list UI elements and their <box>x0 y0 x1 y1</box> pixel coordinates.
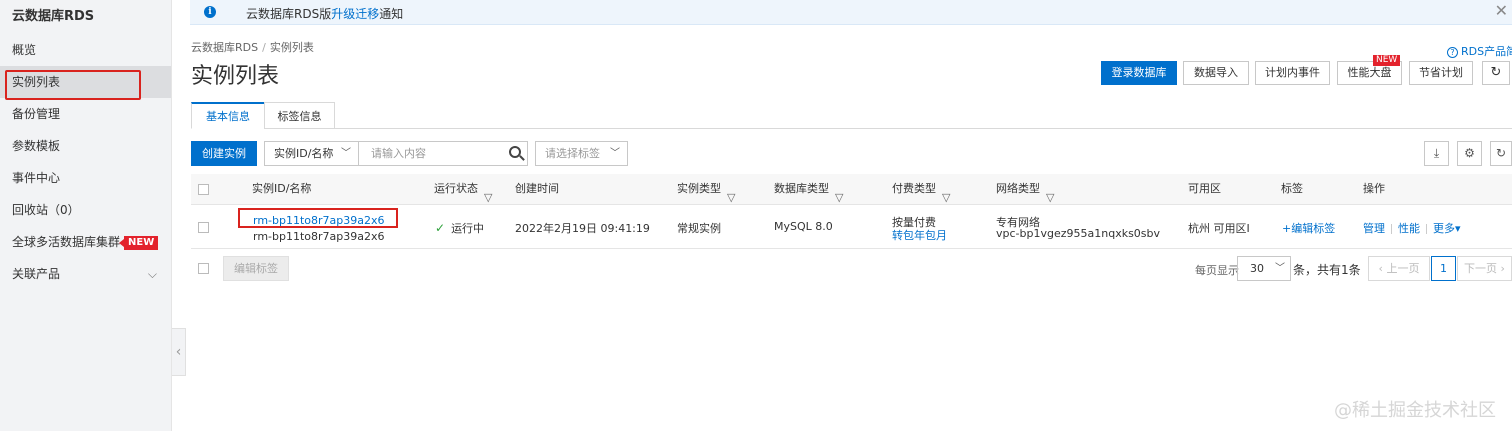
save-plan-button[interactable]: 节省计划 <box>1409 61 1473 85</box>
total-count: 条，共有1条 <box>1293 263 1361 277</box>
info-icon: i <box>204 6 216 18</box>
sidebar-item-related-products[interactable]: 关联产品 ⌵ <box>0 258 171 290</box>
tag-select[interactable]: 请选择标签 ﹀ <box>535 141 628 166</box>
gear-icon[interactable]: ⚙ <box>1457 141 1482 166</box>
per-page-label: 每页显示 <box>1195 264 1239 277</box>
filter-icon[interactable] <box>942 183 952 213</box>
sidebar-title: 云数据库RDS <box>12 9 95 24</box>
manage-link[interactable]: 管理 <box>1363 222 1385 235</box>
select-all-checkbox[interactable] <box>198 184 209 195</box>
search-icon[interactable] <box>509 146 521 158</box>
status-cell: ✓ 运行中 <box>435 221 485 235</box>
edit-tags-link[interactable]: +编辑标签 <box>1282 220 1335 236</box>
table-header: 实例ID/名称 运行状态 创建时间 实例类型 数据库类型 付费类型 网络类型 可… <box>191 174 1512 213</box>
col-billing: 付费类型 <box>892 174 952 213</box>
login-database-button[interactable]: 登录数据库 <box>1101 61 1177 85</box>
data-import-button[interactable]: 数据导入 <box>1183 61 1249 85</box>
zone-cell: 杭州 可用区I <box>1188 222 1250 235</box>
filter-icon[interactable] <box>727 183 737 213</box>
breadcrumb-current: 实例列表 <box>269 41 314 54</box>
chevron-down-icon: ﹀ <box>341 148 351 159</box>
db-type-cell: MySQL 8.0 <box>774 220 833 233</box>
prev-page-button[interactable]: ‹ 上一页 <box>1368 256 1430 281</box>
notice-link[interactable]: 升级迁移 <box>331 7 379 21</box>
sidebar-item-label: 回收站（0） <box>12 203 80 217</box>
sidebar-item-label: 关联产品 <box>12 267 61 281</box>
col-db-type: 数据库类型 <box>774 174 845 213</box>
close-icon[interactable]: ✕ <box>1495 1 1508 20</box>
sidebar-item-recycle-bin[interactable]: 回收站（0） <box>0 194 171 226</box>
sidebar-item-overview[interactable]: 概览 <box>0 34 171 66</box>
search-type-select[interactable]: 实例ID/名称 ﹀ <box>264 141 359 166</box>
convert-subscription-link[interactable]: 转包年包月 <box>892 227 947 243</box>
col-type: 实例类型 <box>677 174 737 213</box>
filter-icon[interactable] <box>1046 183 1056 213</box>
notice-text: 云数据库RDS版升级迁移通知 <box>246 7 404 21</box>
chevron-down-icon: ﹀ <box>610 148 620 159</box>
created-cell: 2022年2月19日 09:41:19 <box>515 222 650 235</box>
vpc-id: vpc-bp1vgez955a1nqxks0sbv <box>996 227 1161 240</box>
tabs-divider <box>191 128 1512 129</box>
annotation-highlight-box <box>5 70 141 100</box>
search-input[interactable]: 请输入内容 <box>358 141 528 166</box>
sidebar-item-param-templates[interactable]: 参数模板 <box>0 130 171 162</box>
col-id-name: 实例ID/名称 <box>252 182 312 195</box>
row-checkbox[interactable] <box>198 222 209 233</box>
col-network: 网络类型 <box>996 174 1056 213</box>
chevron-down-icon: ⌵ <box>147 267 157 281</box>
divider <box>1426 224 1427 234</box>
instance-name: rm-bp11to8r7ap39a2x6 <box>253 230 385 243</box>
sidebar-item-label: 概览 <box>12 43 37 57</box>
tab-tag-info[interactable]: 标签信息 <box>264 102 335 129</box>
chevron-right-icon: › <box>1497 262 1505 275</box>
sidebar-item-label: 事件中心 <box>12 171 61 185</box>
create-instance-button[interactable]: 创建实例 <box>191 141 257 166</box>
filter-icon[interactable] <box>835 183 845 213</box>
divider <box>1391 224 1392 234</box>
watermark: @稀土掘金技术社区 <box>1334 400 1496 421</box>
actions-cell: 管理 性能 更多▾ <box>1363 220 1461 236</box>
refresh-icon[interactable]: ↻ <box>1490 141 1512 166</box>
tab-basic-info[interactable]: 基本信息 <box>191 102 265 129</box>
page-title: 实例列表 <box>191 64 280 89</box>
annotation-highlight-box <box>238 208 398 228</box>
col-created: 创建时间 <box>515 182 559 195</box>
planned-events-button[interactable]: 计划内事件 <box>1255 61 1330 85</box>
col-tags: 标签 <box>1281 182 1303 195</box>
edit-tags-button[interactable]: 编辑标签 <box>223 256 289 281</box>
filter-icon[interactable] <box>484 183 494 213</box>
breadcrumb-separator: / <box>262 41 266 54</box>
sidebar: 云数据库RDS 概览 实例列表 备份管理 参数模板 事件中心 回收站（0） 全球… <box>0 0 172 431</box>
sidebar-item-label: 参数模板 <box>12 139 61 153</box>
next-page-button[interactable]: 下一页 › <box>1457 256 1512 281</box>
col-zone: 可用区 <box>1188 182 1221 195</box>
check-icon: ✓ <box>435 221 446 235</box>
sidebar-item-global-cluster[interactable]: 全球多活数据库集群 NEW <box>0 226 171 258</box>
help-icon: ? <box>1447 47 1458 58</box>
footer-select-all-checkbox[interactable] <box>198 263 209 274</box>
notice-bar: i 云数据库RDS版升级迁移通知 ✕ <box>190 0 1512 25</box>
col-actions: 操作 <box>1363 182 1385 195</box>
caret-down-icon: ▾ <box>1455 222 1461 235</box>
more-link[interactable]: 更多▾ <box>1433 222 1461 235</box>
page-number-button[interactable]: 1 <box>1431 256 1456 281</box>
refresh-icon[interactable]: ↻ <box>1482 61 1510 85</box>
sidebar-item-backup[interactable]: 备份管理 <box>0 98 171 130</box>
breadcrumb: 云数据库RDS / 实例列表 <box>191 39 314 55</box>
breadcrumb-root[interactable]: 云数据库RDS <box>191 41 258 54</box>
performance-link[interactable]: 性能 <box>1398 222 1420 235</box>
new-badge: NEW <box>1373 55 1401 66</box>
collapse-sidebar-icon[interactable]: ‹ <box>172 328 186 376</box>
sidebar-item-label: 全球多活数据库集群 <box>12 235 121 249</box>
download-icon[interactable]: ⤓ <box>1424 141 1449 166</box>
chevron-down-icon: ﹀ <box>1275 263 1285 274</box>
sidebar-item-label: 备份管理 <box>12 107 61 121</box>
rds-intro-link[interactable]: ?RDS产品简介 <box>1447 43 1512 59</box>
col-status: 运行状态 <box>434 174 494 213</box>
new-badge: NEW <box>118 235 159 250</box>
per-page-select[interactable]: 30 ﹀ <box>1237 256 1291 281</box>
sidebar-item-events[interactable]: 事件中心 <box>0 162 171 194</box>
type-cell: 常规实例 <box>677 222 721 235</box>
